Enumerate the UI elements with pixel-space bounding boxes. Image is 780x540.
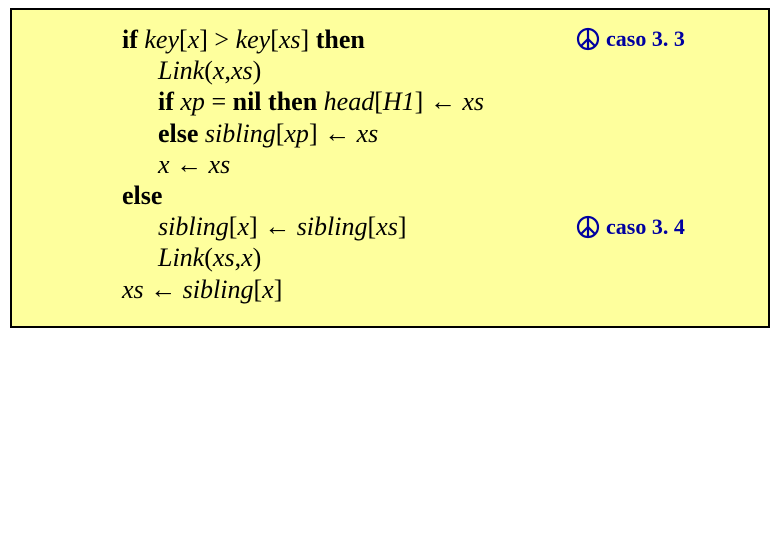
annotation-label: caso 3. 3 [606,26,685,52]
sym-paren: ( [204,56,213,85]
sym-bracket: [ [374,87,383,116]
id-xs: xs [209,150,231,179]
id-sibling: sibling [183,275,254,304]
arrow-icon: ← [430,87,463,116]
id-xs: xs [213,243,235,272]
sym-rbr: ] [398,212,407,241]
annotation-caso-3-3: caso 3. 3 [576,26,685,52]
arrow-icon: ← [324,119,357,148]
id-x: x [213,56,225,85]
kw-nil: nil [233,87,268,116]
pseudocode-block: if key[x] > key[xs] then Link(x,xs) if x… [122,24,748,305]
sym-bracket: [ [270,25,279,54]
kw-then: then [268,87,324,116]
code-line-2: Link(x,xs) [122,55,748,86]
code-panel: if key[x] > key[xs] then Link(x,xs) if x… [10,8,770,328]
kw-if: if [122,25,144,54]
code-line-6: else [122,180,748,211]
sym-bracket: [ [179,25,188,54]
annotation-caso-3-4: caso 3. 4 [576,214,685,240]
sym-paren: ) [253,243,262,272]
id-xp: xp [180,87,211,116]
code-line-3: if xp = nil then head[H1] ← xs [122,86,748,117]
sym-bracket: [ [367,212,376,241]
id-sibling: sibling [158,212,229,241]
sym-paren: ( [204,243,213,272]
id-xs: xs [122,275,150,304]
sym-rbr-gt: ] > [199,25,235,54]
id-xs: xs [462,87,484,116]
id-x: x [237,212,249,241]
sym-bracket: [ [253,275,262,304]
sym-paren: ) [253,56,262,85]
annotation-label: caso 3. 4 [606,214,685,240]
kw-then: then [316,25,365,54]
sym-rbr: ] [274,275,283,304]
id-x: x [241,243,253,272]
peace-icon [576,27,600,51]
id-link: Link [158,243,204,272]
id-x: x [158,150,176,179]
sym-rbr: ] [249,212,264,241]
id-key: key [236,25,271,54]
kw-else: else [122,181,162,210]
code-line-5: x ← xs [122,149,748,180]
id-x: x [262,275,274,304]
sym-eq: = [211,87,232,116]
id-link: Link [158,56,204,85]
sym-rbr: ] [415,87,430,116]
id-sibling: sibling [297,212,368,241]
code-line-9: xs ← sibling[x] [122,274,748,305]
sym-rbr: ] [301,25,316,54]
id-xs: xs [231,56,253,85]
peace-icon [576,215,600,239]
kw-if: if [158,87,180,116]
id-h1: H1 [383,87,415,116]
arrow-icon: ← [150,275,183,304]
id-x: x [188,25,200,54]
kw-else: else [158,119,205,148]
id-sibling: sibling [205,119,276,148]
code-line-8: Link(xs,x) [122,242,748,273]
id-head: head [324,87,375,116]
arrow-icon: ← [264,212,297,241]
id-key: key [144,25,179,54]
id-xp: xp [284,119,309,148]
id-xs: xs [279,25,301,54]
id-xs: xs [357,119,379,148]
code-line-4: else sibling[xp] ← xs [122,118,748,149]
id-xs: xs [376,212,398,241]
arrow-icon: ← [176,150,209,179]
sym-rbr: ] [309,119,324,148]
